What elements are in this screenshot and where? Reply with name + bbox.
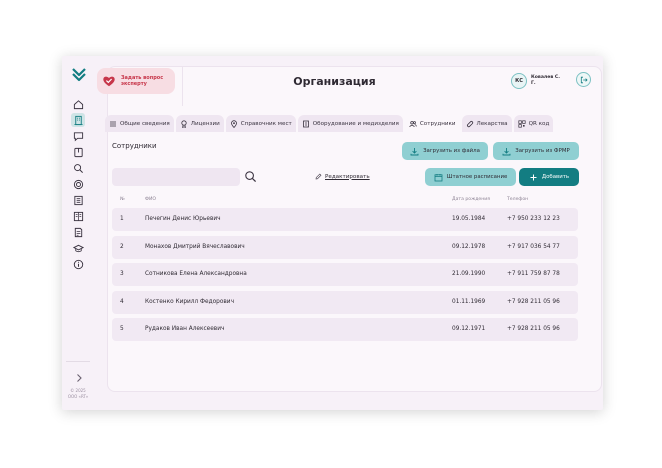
table-row[interactable]: 3 Сотникова Елена Александровна 21.09.19… — [112, 263, 578, 286]
section-title: Сотрудники — [112, 142, 157, 150]
upload-from-file-label: Загрузить из файла — [423, 148, 480, 154]
search-nav-icon[interactable] — [71, 161, 85, 175]
table-row[interactable]: 2 Монахов Дмитрий Вячеславович 09.12.197… — [112, 236, 578, 259]
row-number: 4 — [120, 299, 124, 305]
reader-icon[interactable] — [71, 209, 85, 223]
pencil-icon — [315, 173, 322, 180]
column-header-birthdate: Дата рождения — [452, 197, 490, 202]
equipment-icon — [302, 120, 309, 127]
row-number: 1 — [120, 216, 124, 222]
row-phone: +7 911 759 87 78 — [507, 271, 560, 277]
tab-label: Лекарства — [476, 120, 508, 127]
column-header-number: № — [120, 197, 125, 202]
list-icon — [110, 121, 116, 126]
award-icon — [181, 119, 187, 128]
tab-label: Оборудование и медизделия — [312, 120, 399, 127]
row-phone: +7 928 211 05 96 — [507, 299, 560, 305]
add-employee-button[interactable]: Добавить — [519, 168, 579, 186]
column-header-name: ФИО — [145, 197, 157, 202]
user-name: Ковалев С. Г. — [531, 75, 561, 86]
app-window: © 2025 ООО «RT» Задать вопрос эксперту О… — [62, 56, 603, 410]
tab-label: Справочник мест — [240, 120, 292, 127]
tab-qr-code[interactable]: QR код — [513, 115, 554, 132]
tab-equipment[interactable]: Оборудование и медизделия — [297, 115, 403, 132]
document-icon[interactable] — [71, 225, 85, 239]
chevron-right-icon[interactable] — [73, 372, 85, 384]
tab-label: Сотрудники — [419, 120, 456, 127]
row-birthdate: 09.12.1971 — [452, 326, 486, 332]
pill-icon — [466, 120, 473, 127]
row-birthdate: 21.09.1990 — [452, 271, 486, 277]
row-birthdate: 19.05.1984 — [452, 216, 486, 222]
logo-icon[interactable] — [71, 66, 87, 82]
row-phone: +7 950 233 12 23 — [507, 216, 560, 222]
plus-icon — [530, 174, 537, 180]
user-menu[interactable]: КС Ковалев С. Г. — [511, 68, 601, 94]
tab-licenses[interactable]: Лицензии — [175, 115, 224, 132]
tab-employees[interactable]: Сотрудники — [404, 115, 460, 132]
avatar[interactable]: КС — [511, 73, 527, 89]
row-birthdate: 09.12.1978 — [452, 244, 486, 250]
row-number: 2 — [120, 244, 124, 250]
search-icon[interactable] — [244, 170, 257, 183]
sidebar: © 2025 ООО «RT» — [62, 56, 94, 410]
target-icon[interactable] — [71, 177, 85, 191]
tab-places[interactable]: Справочник мест — [225, 115, 296, 132]
row-number: 3 — [120, 271, 124, 277]
download-icon — [410, 147, 419, 155]
tab-general[interactable]: Общие сведения — [105, 115, 174, 132]
copyright-company: ООО «RT» — [67, 394, 89, 399]
download-icon — [502, 147, 511, 155]
row-phone: +7 917 036 54 77 — [507, 244, 560, 250]
logout-button[interactable] — [576, 72, 591, 87]
row-birthdate: 01.11.1969 — [452, 299, 486, 305]
location-pin-icon — [230, 119, 237, 128]
chat-icon[interactable] — [71, 129, 85, 143]
row-name: Рудаков Иван Алексеевич — [145, 326, 225, 332]
qr-code-icon — [518, 119, 526, 128]
table-row[interactable]: 4 Костенко Кирилл Федорович 01.11.1969 +… — [112, 291, 578, 314]
list-icon[interactable] — [71, 193, 85, 207]
upload-from-file-button[interactable]: Загрузить из файла — [402, 142, 488, 160]
book-icon[interactable] — [71, 145, 85, 159]
column-header-phone: Телефон — [507, 197, 529, 202]
info-icon[interactable] — [71, 257, 85, 271]
heart-check-icon — [103, 76, 115, 87]
tab-medicines[interactable]: Лекарства — [461, 115, 512, 132]
edit-link[interactable]: Редактировать — [315, 173, 370, 180]
ask-expert-label: Задать вопрос эксперту — [121, 75, 164, 87]
tab-bar: Общие сведения Лицензии Справочник мест … — [105, 115, 582, 132]
table-row[interactable]: 5 Рудаков Иван Алексеевич 09.12.1971 +7 … — [112, 318, 578, 341]
tab-label: Лицензии — [190, 120, 220, 127]
sidebar-divider — [66, 361, 90, 362]
logout-icon — [580, 76, 588, 83]
row-name: Сотникова Елена Александровна — [145, 271, 247, 277]
staffing-schedule-button[interactable]: Штатное расписание — [425, 168, 516, 186]
graduation-cap-icon[interactable] — [71, 241, 85, 255]
row-name: Монахов Дмитрий Вячеславович — [145, 244, 245, 250]
building-icon[interactable] — [71, 113, 85, 127]
table-row[interactable]: 1 Печегин Денис Юрьевич 19.05.1984 +7 95… — [112, 208, 578, 231]
ask-expert-button[interactable]: Задать вопрос эксперту — [97, 68, 175, 94]
calendar-icon — [434, 173, 443, 181]
page-title: Организация — [293, 75, 376, 88]
row-number: 5 — [120, 326, 124, 332]
search-input[interactable] — [112, 168, 240, 186]
row-name: Костенко Кирилл Федорович — [145, 299, 235, 305]
users-icon — [409, 120, 417, 127]
home-icon[interactable] — [71, 97, 85, 111]
tab-label: QR код — [528, 120, 550, 127]
staffing-schedule-label: Штатное расписание — [446, 174, 508, 180]
row-name: Печегин Денис Юрьевич — [145, 216, 221, 222]
upload-from-frmr-button[interactable]: Загрузить из ФРМР — [493, 142, 579, 160]
row-phone: +7 928 211 05 96 — [507, 326, 560, 332]
upload-from-frmr-label: Загрузить из ФРМР — [515, 148, 570, 154]
add-employee-label: Добавить — [541, 174, 570, 180]
edit-label: Редактировать — [325, 173, 370, 180]
tab-label: Общие сведения — [120, 120, 170, 127]
